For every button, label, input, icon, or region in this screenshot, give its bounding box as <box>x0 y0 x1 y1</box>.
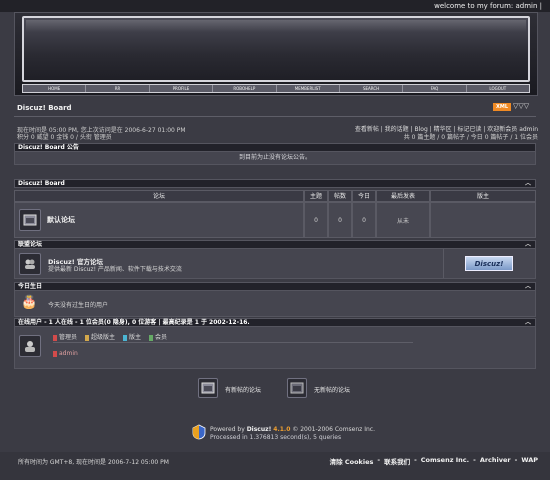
footer-separator: - <box>377 456 381 464</box>
main-nav: HOME RR PROFILE ROBOHELP MEMBERLIST SEAR… <box>22 84 530 93</box>
nav-memberlist[interactable]: MEMBERLIST <box>277 85 340 92</box>
nav-logout[interactable]: LOGOUT <box>467 85 529 92</box>
forum-mods <box>430 202 536 238</box>
divider <box>53 342 413 343</box>
mod-color-icon <box>123 334 128 341</box>
powered-version: 4.1.0 <box>273 426 291 433</box>
nav-home[interactable]: HOME <box>23 85 87 92</box>
nav-faq[interactable]: FAQ <box>403 85 467 92</box>
legend-mod: 版主 <box>129 334 142 341</box>
expand-arrows-icon[interactable]: ▽▽▽ <box>513 102 529 110</box>
divider <box>443 249 444 278</box>
legend-member: 会员 <box>155 334 168 341</box>
collapse-icon[interactable]: ︿ <box>525 180 531 188</box>
board-section-title: Discuz! Board <box>18 180 65 187</box>
col-today: 今日 <box>352 190 376 202</box>
xml-badge[interactable]: XML <box>493 103 511 111</box>
links-panel: 联盟论坛 ︿ Discuz! 官方论坛 提供最新 Discuz! 产品新闻、软件… <box>14 240 536 279</box>
links-title: 联盟论坛 <box>18 241 43 248</box>
collapse-icon[interactable]: ︿ <box>525 241 531 249</box>
announcement-text: 到目前为止没有论坛公告。 <box>238 154 311 161</box>
footer-links: 清除 Cookies - 联系我们 - Comsenz Inc. - Archiver… <box>330 456 538 466</box>
new-posts-icon <box>198 378 218 398</box>
discuz-logo[interactable]: Discuz! <box>465 256 513 271</box>
banner-glow <box>26 20 526 32</box>
forum-today: 0 <box>352 202 376 238</box>
no-new-posts-icon <box>287 378 307 398</box>
user-color-icon <box>53 350 57 357</box>
col-last: 最后发表 <box>376 190 430 202</box>
board-title[interactable]: Discuz! Board <box>17 104 72 112</box>
credit-info: 积分 0 威望 0 金钱 0 / 头衔 管理员 <box>17 134 112 141</box>
collapse-icon[interactable]: ︿ <box>525 283 531 291</box>
forum-stats: 共 0 篇主题 / 0 篇帖子 / 今日 0 篇帖子 / 1 位会员 <box>403 134 538 141</box>
announcement-title: Discuz! Board 公告 <box>14 143 536 152</box>
cake-icon: 🎂 <box>21 295 38 310</box>
processed-info: Processed in 1.376813 second(s), 5 queri… <box>210 434 342 441</box>
new-posts-label: 有新帖的论坛 <box>225 387 262 394</box>
legend-admin: 管理员 <box>59 334 78 341</box>
footer-clear-cookies[interactable]: 清除 Cookies <box>330 456 374 466</box>
online-title: 在线用户 - 1 人在线 - 1 位会员(0 隐身), 0 位游客 | 最高纪录… <box>18 319 250 326</box>
legend-super-mod: 超级版主 <box>91 334 116 341</box>
forum-topics: 0 <box>304 202 328 238</box>
footer-archiver[interactable]: Archiver <box>480 456 511 466</box>
powered-brand[interactable]: Discuz! <box>247 426 272 433</box>
admin-color-icon <box>53 334 57 341</box>
footer-separator: - <box>473 456 476 464</box>
nav-rr[interactable]: RR <box>86 85 150 92</box>
col-posts: 帖数 <box>328 190 352 202</box>
col-topics: 主题 <box>304 190 328 202</box>
divider <box>14 116 536 117</box>
online-user-name[interactable]: admin <box>59 350 78 357</box>
footer-wap[interactable]: WAP <box>521 456 538 466</box>
forum-row: 默认论坛 <box>14 202 304 238</box>
powered-copyright[interactable]: © 2001-2006 Comsenz Inc. <box>292 426 375 433</box>
nav-search[interactable]: SEARCH <box>340 85 404 92</box>
forum-last-post: 从未 <box>376 202 430 238</box>
forum-folder-icon <box>19 209 41 231</box>
super-mod-color-icon <box>85 334 90 341</box>
online-user-admin[interactable]: admin <box>53 350 78 357</box>
partner-desc: 提供最新 Discuz! 产品新闻、软件下载与技术交流 <box>48 266 182 273</box>
nav-robohelp[interactable]: ROBOHELP <box>213 85 277 92</box>
footer-separator: - <box>514 456 518 464</box>
powered-by: Powered by Discuz! 4.1.0 © 2001-2006 Com… <box>210 426 375 433</box>
col-mods: 版主 <box>430 190 536 202</box>
forum-table: 论坛 主题 帖数 今日 最后发表 版主 默认论坛 0 0 0 从未 <box>14 190 536 238</box>
collapse-icon[interactable]: ︿ <box>525 319 531 327</box>
footer-comsenz[interactable]: Comsenz Inc. <box>421 456 469 466</box>
online-legend: 管理员 超级版主 版主 会员 <box>53 332 167 341</box>
member-color-icon <box>149 334 154 341</box>
welcome-text: welcome to my forum: admin | <box>434 2 542 10</box>
forum-posts: 0 <box>328 202 352 238</box>
partner-icon <box>19 253 41 275</box>
powered-pre: Powered by <box>210 426 245 433</box>
online-panel: 在线用户 - 1 人在线 - 1 位会员(0 隐身), 0 位游客 | 最高纪录… <box>14 318 536 369</box>
footer-separator: - <box>414 456 417 464</box>
comsenz-logo-icon <box>192 424 206 442</box>
col-forum: 论坛 <box>14 190 304 202</box>
birthday-text: 今天没有过生日的用户 <box>48 302 109 309</box>
footer-contact[interactable]: 联系我们 <box>384 456 410 466</box>
online-users-icon <box>19 335 41 357</box>
announcement-panel: Discuz! Board 公告 到目前为止没有论坛公告。 <box>14 143 536 165</box>
board-panel: Discuz! Board ︿ <box>14 179 536 188</box>
birthday-title: 今日生日 <box>18 283 43 290</box>
footer-time: 所有时间为 GMT+8, 现在时间是 2006-7-12 05:00 PM <box>18 459 169 466</box>
birthday-panel: 今日生日 ︿ 🎂 今天没有过生日的用户 <box>14 282 536 317</box>
nav-profile[interactable]: PROFILE <box>150 85 214 92</box>
forum-name[interactable]: 默认论坛 <box>47 215 75 225</box>
no-new-posts-label: 无新帖的论坛 <box>314 387 351 394</box>
